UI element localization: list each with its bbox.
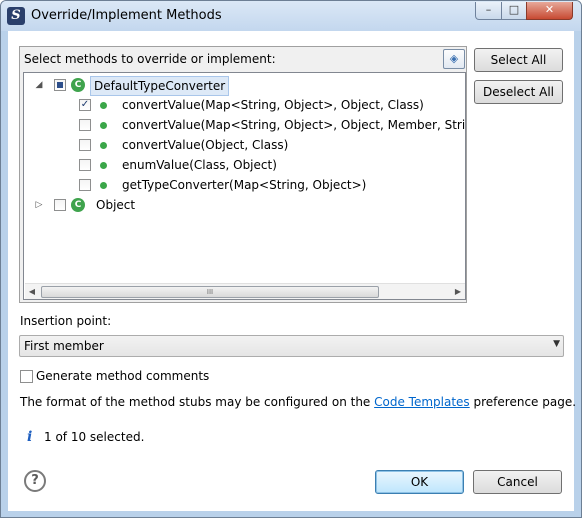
horizontal-scrollbar[interactable]: ◀ III ▶ <box>25 283 465 299</box>
public-method-icon <box>100 102 107 109</box>
class-icon: C <box>71 78 85 92</box>
method-label: convertValue(Map<String, Object>, Object… <box>122 98 424 112</box>
public-method-icon <box>100 162 107 169</box>
deselect-all-button[interactable]: Deselect All <box>474 80 563 104</box>
select-all-button[interactable]: Select All <box>474 48 563 72</box>
minimize-button[interactable]: – <box>475 2 502 20</box>
insertion-point-select[interactable]: First member ▼ <box>19 335 564 357</box>
public-method-icon <box>100 182 107 189</box>
tree-node-object[interactable]: ▷ C Object <box>24 195 464 215</box>
class-icon: C <box>71 198 85 212</box>
node-label: DefaultTypeConverter <box>90 76 230 96</box>
cancel-button[interactable]: Cancel <box>473 470 562 494</box>
insertion-point-label: Insertion point: <box>20 314 112 328</box>
public-method-icon <box>100 122 107 129</box>
methods-tree[interactable]: ◢ C DefaultTypeConverter ✓ convertValue(… <box>23 72 466 300</box>
method-label: enumValue(Class, Object) <box>122 158 277 172</box>
tree-method-row[interactable]: getTypeConverter(Map<String, Object>) <box>24 175 464 195</box>
app-icon: S <box>7 7 25 25</box>
maximize-button[interactable]: □ <box>501 2 527 20</box>
methods-group-label: Select methods to override or implement: <box>24 52 276 66</box>
help-icon[interactable]: ? <box>24 470 46 492</box>
method-label: convertValue(Object, Class) <box>122 138 289 152</box>
scroll-thumb[interactable]: III <box>41 286 379 298</box>
public-method-icon <box>100 142 107 149</box>
collapse-triangle-icon[interactable]: ◢ <box>34 75 44 95</box>
generate-comments-label: Generate method comments <box>36 369 210 383</box>
title-bar[interactable]: S Override/Implement Methods – □ ✕ <box>1 1 581 31</box>
format-note-suffix: preference page. <box>469 395 577 409</box>
node-checkbox[interactable] <box>54 199 66 211</box>
info-icon: i <box>27 429 33 445</box>
method-label: getTypeConverter(Map<String, Object>) <box>122 178 367 192</box>
method-checkbox[interactable] <box>79 179 91 191</box>
close-button[interactable]: ✕ <box>526 2 573 20</box>
method-checkbox[interactable]: ✓ <box>79 99 91 111</box>
tree-method-row[interactable]: convertValue(Map<String, Object>, Object… <box>24 115 466 135</box>
dialog-window: S Override/Implement Methods – □ ✕ Selec… <box>0 0 582 518</box>
method-checkbox[interactable] <box>79 119 91 131</box>
methods-group: Select methods to override or implement:… <box>19 46 467 303</box>
method-checkbox[interactable] <box>79 159 91 171</box>
tree-method-row[interactable]: ✓ convertValue(Map<String, Object>, Obje… <box>24 95 464 115</box>
format-note-text: The format of the method stubs may be co… <box>20 395 375 409</box>
method-checkbox[interactable] <box>79 139 91 151</box>
selection-status: 1 of 10 selected. <box>44 430 145 444</box>
expand-triangle-icon[interactable]: ▷ <box>34 195 44 215</box>
filter-toggle-icon[interactable]: ◈ <box>443 49 465 69</box>
generate-comments-checkbox[interactable] <box>20 370 33 383</box>
tree-method-row[interactable]: enumValue(Class, Object) <box>24 155 464 175</box>
tree-method-row[interactable]: convertValue(Object, Class) <box>24 135 464 155</box>
tree-node-defaulttypeconverter[interactable]: ◢ C DefaultTypeConverter <box>24 75 464 96</box>
dialog-content: Select methods to override or implement:… <box>8 31 576 511</box>
node-checkbox-partial[interactable] <box>54 79 66 91</box>
ok-button[interactable]: OK <box>375 470 464 494</box>
method-label: convertValue(Map<String, Object>, Object… <box>122 118 466 132</box>
window-title: Override/Implement Methods <box>31 8 222 23</box>
insertion-point-value: First member <box>24 339 104 353</box>
scroll-right-arrow-icon[interactable]: ▶ <box>451 284 465 299</box>
dropdown-arrow-icon: ▼ <box>553 339 560 349</box>
code-templates-link[interactable]: Code Templates <box>374 395 470 409</box>
node-label: Object <box>96 198 136 212</box>
format-note: The format of the method stubs may be co… <box>20 395 576 409</box>
scroll-left-arrow-icon[interactable]: ◀ <box>25 284 39 299</box>
